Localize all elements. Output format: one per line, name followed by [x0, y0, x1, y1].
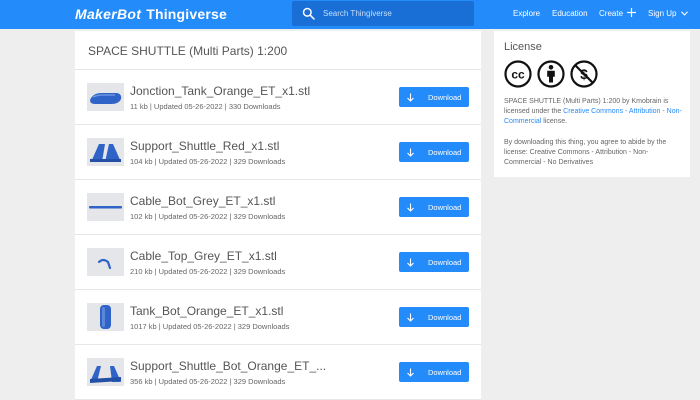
file-row: Cable_Bot_Grey_ET_x1.stl 102 kb | Update… [75, 180, 481, 235]
file-meta: 210 kb | Updated 05-26-2022 | 329 Downlo… [130, 267, 286, 276]
download-arrow-icon [407, 203, 414, 212]
file-thumbnail[interactable] [87, 138, 124, 166]
file-thumbnail[interactable] [87, 83, 124, 111]
file-thumbnail[interactable] [87, 193, 124, 221]
file-row: Cable_Top_Grey_ET_x1.stl 210 kb | Update… [75, 235, 481, 290]
makerbot-thingiverse-logo[interactable]: MakerBot Thingiverse [75, 5, 227, 23]
file-name[interactable]: Tank_Bot_Orange_ET_x1.stl [130, 304, 283, 318]
top-navbar: MakerBot Thingiverse Explore Education C… [0, 0, 700, 29]
file-name[interactable]: Support_Shuttle_Bot_Orange_ET_... [130, 359, 326, 373]
attribution-icon [537, 60, 565, 88]
svg-text:cc: cc [511, 68, 525, 82]
file-thumbnail[interactable] [87, 358, 124, 386]
license-title: License [504, 41, 542, 53]
nav-education-link[interactable]: Education [552, 9, 588, 19]
file-row: Support_Shuttle_Bot_Orange_ET_... 356 kb… [75, 345, 481, 400]
file-name[interactable]: Cable_Top_Grey_ET_x1.stl [130, 249, 277, 263]
model-preview-icon [87, 193, 124, 221]
thing-title: SPACE SHUTTLE (Multi Parts) 1:200 [88, 44, 288, 58]
file-row: Support_Shuttle_Red_x1.stl 104 kb | Upda… [75, 125, 481, 180]
file-row: Tank_Bot_Orange_ET_x1.stl 1017 kb | Upda… [75, 290, 481, 345]
model-preview-icon [87, 83, 124, 111]
non-commercial-icon: $ [570, 60, 598, 88]
model-preview-icon [87, 138, 124, 166]
file-meta: 104 kb | Updated 05-26-2022 | 329 Downlo… [130, 157, 286, 166]
model-preview-icon [87, 358, 124, 386]
search-input[interactable] [323, 1, 474, 26]
plus-icon[interactable] [627, 8, 636, 17]
download-arrow-icon [407, 368, 414, 377]
search-box [292, 1, 474, 26]
download-button[interactable]: Download [399, 87, 469, 107]
logo-makerbot-text: MakerBot [75, 6, 142, 22]
download-label: Download [428, 312, 462, 322]
file-meta: 1017 kb | Updated 05-26-2022 | 329 Downl… [130, 322, 290, 331]
search-icon[interactable] [302, 7, 315, 20]
file-thumbnail[interactable] [87, 303, 124, 331]
license-card: License cc $ SPACE SHUTTLE (Multi Parts)… [494, 31, 690, 177]
nav-signup-link[interactable]: Sign Up [648, 9, 676, 19]
license-note: By downloading this thing, you agree to … [504, 139, 667, 166]
file-meta: 356 kb | Updated 05-26-2022 | 329 Downlo… [130, 377, 286, 386]
download-label: Download [428, 92, 462, 102]
file-name[interactable]: Support_Shuttle_Red_x1.stl [130, 139, 279, 153]
nav-create-link[interactable]: Create [599, 9, 623, 19]
file-name[interactable]: Cable_Bot_Grey_ET_x1.stl [130, 194, 275, 208]
license-text-suffix: license. [543, 118, 568, 125]
download-label: Download [428, 202, 462, 212]
file-meta: 102 kb | Updated 05-26-2022 | 329 Downlo… [130, 212, 286, 221]
download-arrow-icon [407, 148, 414, 157]
download-button[interactable]: Download [399, 142, 469, 162]
model-preview-icon [87, 248, 124, 276]
download-arrow-icon [407, 93, 414, 102]
file-thumbnail[interactable] [87, 248, 124, 276]
nav-explore-link[interactable]: Explore [513, 9, 540, 19]
download-button[interactable]: Download [399, 307, 469, 327]
download-arrow-icon [407, 313, 414, 322]
download-arrow-icon [407, 258, 414, 267]
file-meta: 11 kb | Updated 05-26-2022 | 330 Downloa… [130, 102, 281, 111]
download-label: Download [428, 367, 462, 377]
thing-files-panel: SPACE SHUTTLE (Multi Parts) 1:200 Joncti… [75, 31, 481, 400]
file-row: Jonction_Tank_Orange_ET_x1.stl 11 kb | U… [75, 70, 481, 125]
download-button[interactable]: Download [399, 197, 469, 217]
cc-icon: cc [504, 60, 532, 88]
license-description: SPACE SHUTTLE (Multi Parts) 1:200 by Kmo… [504, 97, 684, 127]
download-button[interactable]: Download [399, 362, 469, 382]
download-label: Download [428, 147, 462, 157]
file-name[interactable]: Jonction_Tank_Orange_ET_x1.stl [130, 84, 310, 98]
logo-thingiverse-text: Thingiverse [146, 6, 227, 22]
download-button[interactable]: Download [399, 252, 469, 272]
download-label: Download [428, 257, 462, 267]
model-preview-icon [87, 303, 124, 331]
chevron-down-icon[interactable] [681, 11, 688, 16]
